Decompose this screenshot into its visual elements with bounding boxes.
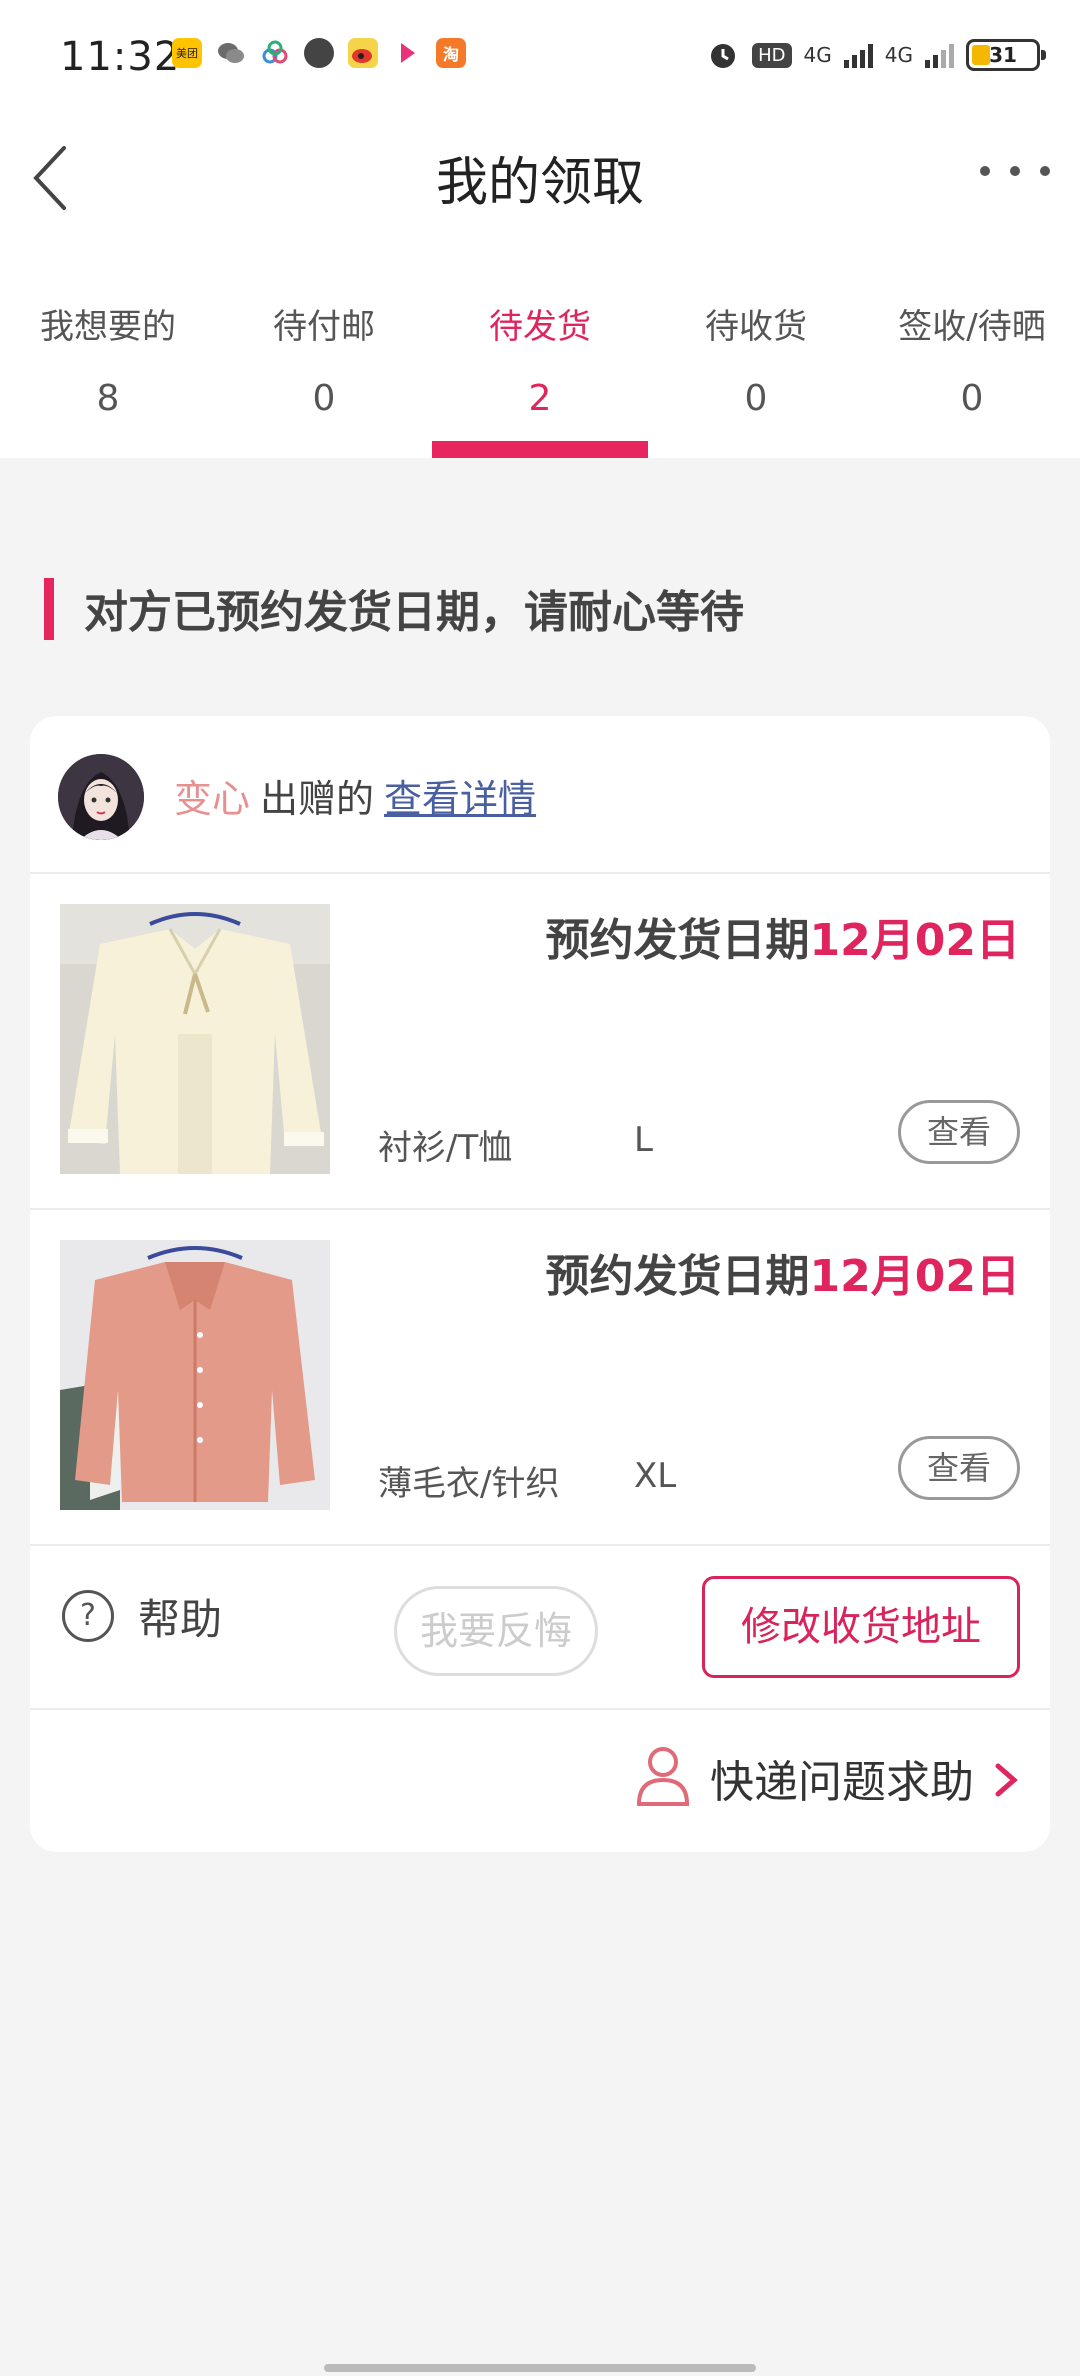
sender-row: 变心 出赠的 查看详情 xyxy=(30,716,1050,872)
battery-icon: 31 xyxy=(966,39,1046,71)
ship-date: 预约发货日期12月02日 xyxy=(546,1240,1020,1304)
home-indicator[interactable] xyxy=(324,2364,756,2372)
order-item: 预约发货日期12月02日 衬衫/T恤 L 查看 xyxy=(30,874,1050,1208)
regret-button[interactable]: 我要反悔 xyxy=(394,1586,598,1676)
dot-icon xyxy=(1040,166,1050,176)
hd-badge: HD xyxy=(752,42,792,68)
tab-count: 8 xyxy=(96,378,120,419)
meituan-icon: 美团 xyxy=(172,38,202,68)
more-options-button[interactable] xyxy=(980,156,1050,186)
battery-level: 31 xyxy=(989,43,1017,67)
video-app-icon xyxy=(392,38,422,68)
sender-name[interactable]: 变心 xyxy=(174,777,250,821)
ship-date-value: 12月02日 xyxy=(809,915,1020,966)
order-actions: ? 帮助 我要反悔 修改收货地址 xyxy=(30,1540,1050,1704)
avatar[interactable] xyxy=(58,754,144,840)
item-category: 衬衫/T恤 xyxy=(378,1128,513,1168)
item-image-blouse[interactable] xyxy=(60,904,330,1174)
system-indicators: HD 4G 4G 31 xyxy=(706,38,1046,72)
tab-count: 0 xyxy=(960,378,984,419)
user-icon xyxy=(636,1747,690,1806)
tab-wanted[interactable]: 我想要的 8 xyxy=(0,280,216,458)
change-address-button[interactable]: 修改收货地址 xyxy=(702,1576,1020,1678)
item-image-cardigan[interactable] xyxy=(60,1240,330,1510)
help-icon[interactable]: ? xyxy=(62,1590,114,1642)
status-bar: 11:32 美团 淘 HD 4G 4G 31 xyxy=(0,0,1080,110)
tab-label: 签收/待晒 xyxy=(898,307,1046,347)
tab-label: 我想要的 xyxy=(40,307,176,347)
network-type-2: 4G xyxy=(884,43,913,67)
notification-icons: 美团 淘 xyxy=(172,38,466,68)
tab-count: 2 xyxy=(528,378,552,419)
tab-signed-review[interactable]: 签收/待晒 0 xyxy=(864,280,1080,458)
help-label[interactable]: 帮助 xyxy=(138,1586,222,1647)
active-tab-indicator xyxy=(432,441,648,458)
dot-icon xyxy=(980,166,990,176)
express-help-label: 快递问题求助 xyxy=(710,1757,974,1808)
order-item: 预约发货日期12月02日 薄毛衣/针织 XL 查看 xyxy=(30,1210,1050,1544)
item-size: L xyxy=(634,1120,653,1160)
tab-label: 待收货 xyxy=(705,307,807,347)
compass-app-icon xyxy=(304,38,334,68)
item-size: XL xyxy=(634,1456,677,1496)
dot-icon xyxy=(1010,166,1020,176)
app-header: 我的领取 xyxy=(0,120,1080,230)
chevron-right-icon xyxy=(995,1763,1018,1797)
view-details-link[interactable]: 查看详情 xyxy=(384,777,536,821)
status-tabs: 我想要的 8 待付邮 0 待发货 2 待收货 0 签收/待晒 0 xyxy=(0,280,1080,458)
network-type-1: 4G xyxy=(803,43,832,67)
status-time: 11:32 xyxy=(60,34,181,80)
page-title: 我的领取 xyxy=(435,153,644,213)
ship-date-value: 12月02日 xyxy=(809,1251,1020,1302)
tab-pending-receipt[interactable]: 待收货 0 xyxy=(648,280,864,458)
notice-text: 对方已预约发货日期，请耐心等待 xyxy=(84,587,744,638)
tab-count: 0 xyxy=(312,378,336,419)
wechat-icon xyxy=(216,38,246,68)
weibo-icon xyxy=(348,38,378,68)
tab-count: 0 xyxy=(744,378,768,419)
cloud-app-icon xyxy=(260,38,290,68)
ship-date: 预约发货日期12月02日 xyxy=(546,904,1020,968)
tab-label: 待付邮 xyxy=(273,307,375,347)
express-help-row[interactable]: 快递问题求助 xyxy=(30,1708,1050,1852)
view-item-button[interactable]: 查看 xyxy=(898,1436,1020,1500)
sender-verb: 出赠的 xyxy=(260,777,375,821)
view-item-button[interactable]: 查看 xyxy=(898,1100,1020,1164)
signal-icon xyxy=(843,42,873,68)
item-category: 薄毛衣/针织 xyxy=(378,1464,560,1504)
order-card: 变心 出赠的 查看详情 预约发货日期12月02日 衬衫/T恤 L 查看 预约发货… xyxy=(30,716,1050,1852)
ship-date-label: 预约发货日期 xyxy=(545,915,810,966)
tab-label: 待发货 xyxy=(489,307,591,347)
tab-pending-postage[interactable]: 待付邮 0 xyxy=(216,280,432,458)
sender-info: 变心 出赠的 查看详情 xyxy=(174,768,536,823)
notice-accent-bar xyxy=(44,578,54,640)
signal-icon-2 xyxy=(925,42,954,68)
taobao-icon: 淘 xyxy=(436,38,466,68)
ship-date-label: 预约发货日期 xyxy=(545,1251,810,1302)
alarm-icon xyxy=(711,44,736,68)
tab-pending-shipment[interactable]: 待发货 2 xyxy=(432,280,648,458)
